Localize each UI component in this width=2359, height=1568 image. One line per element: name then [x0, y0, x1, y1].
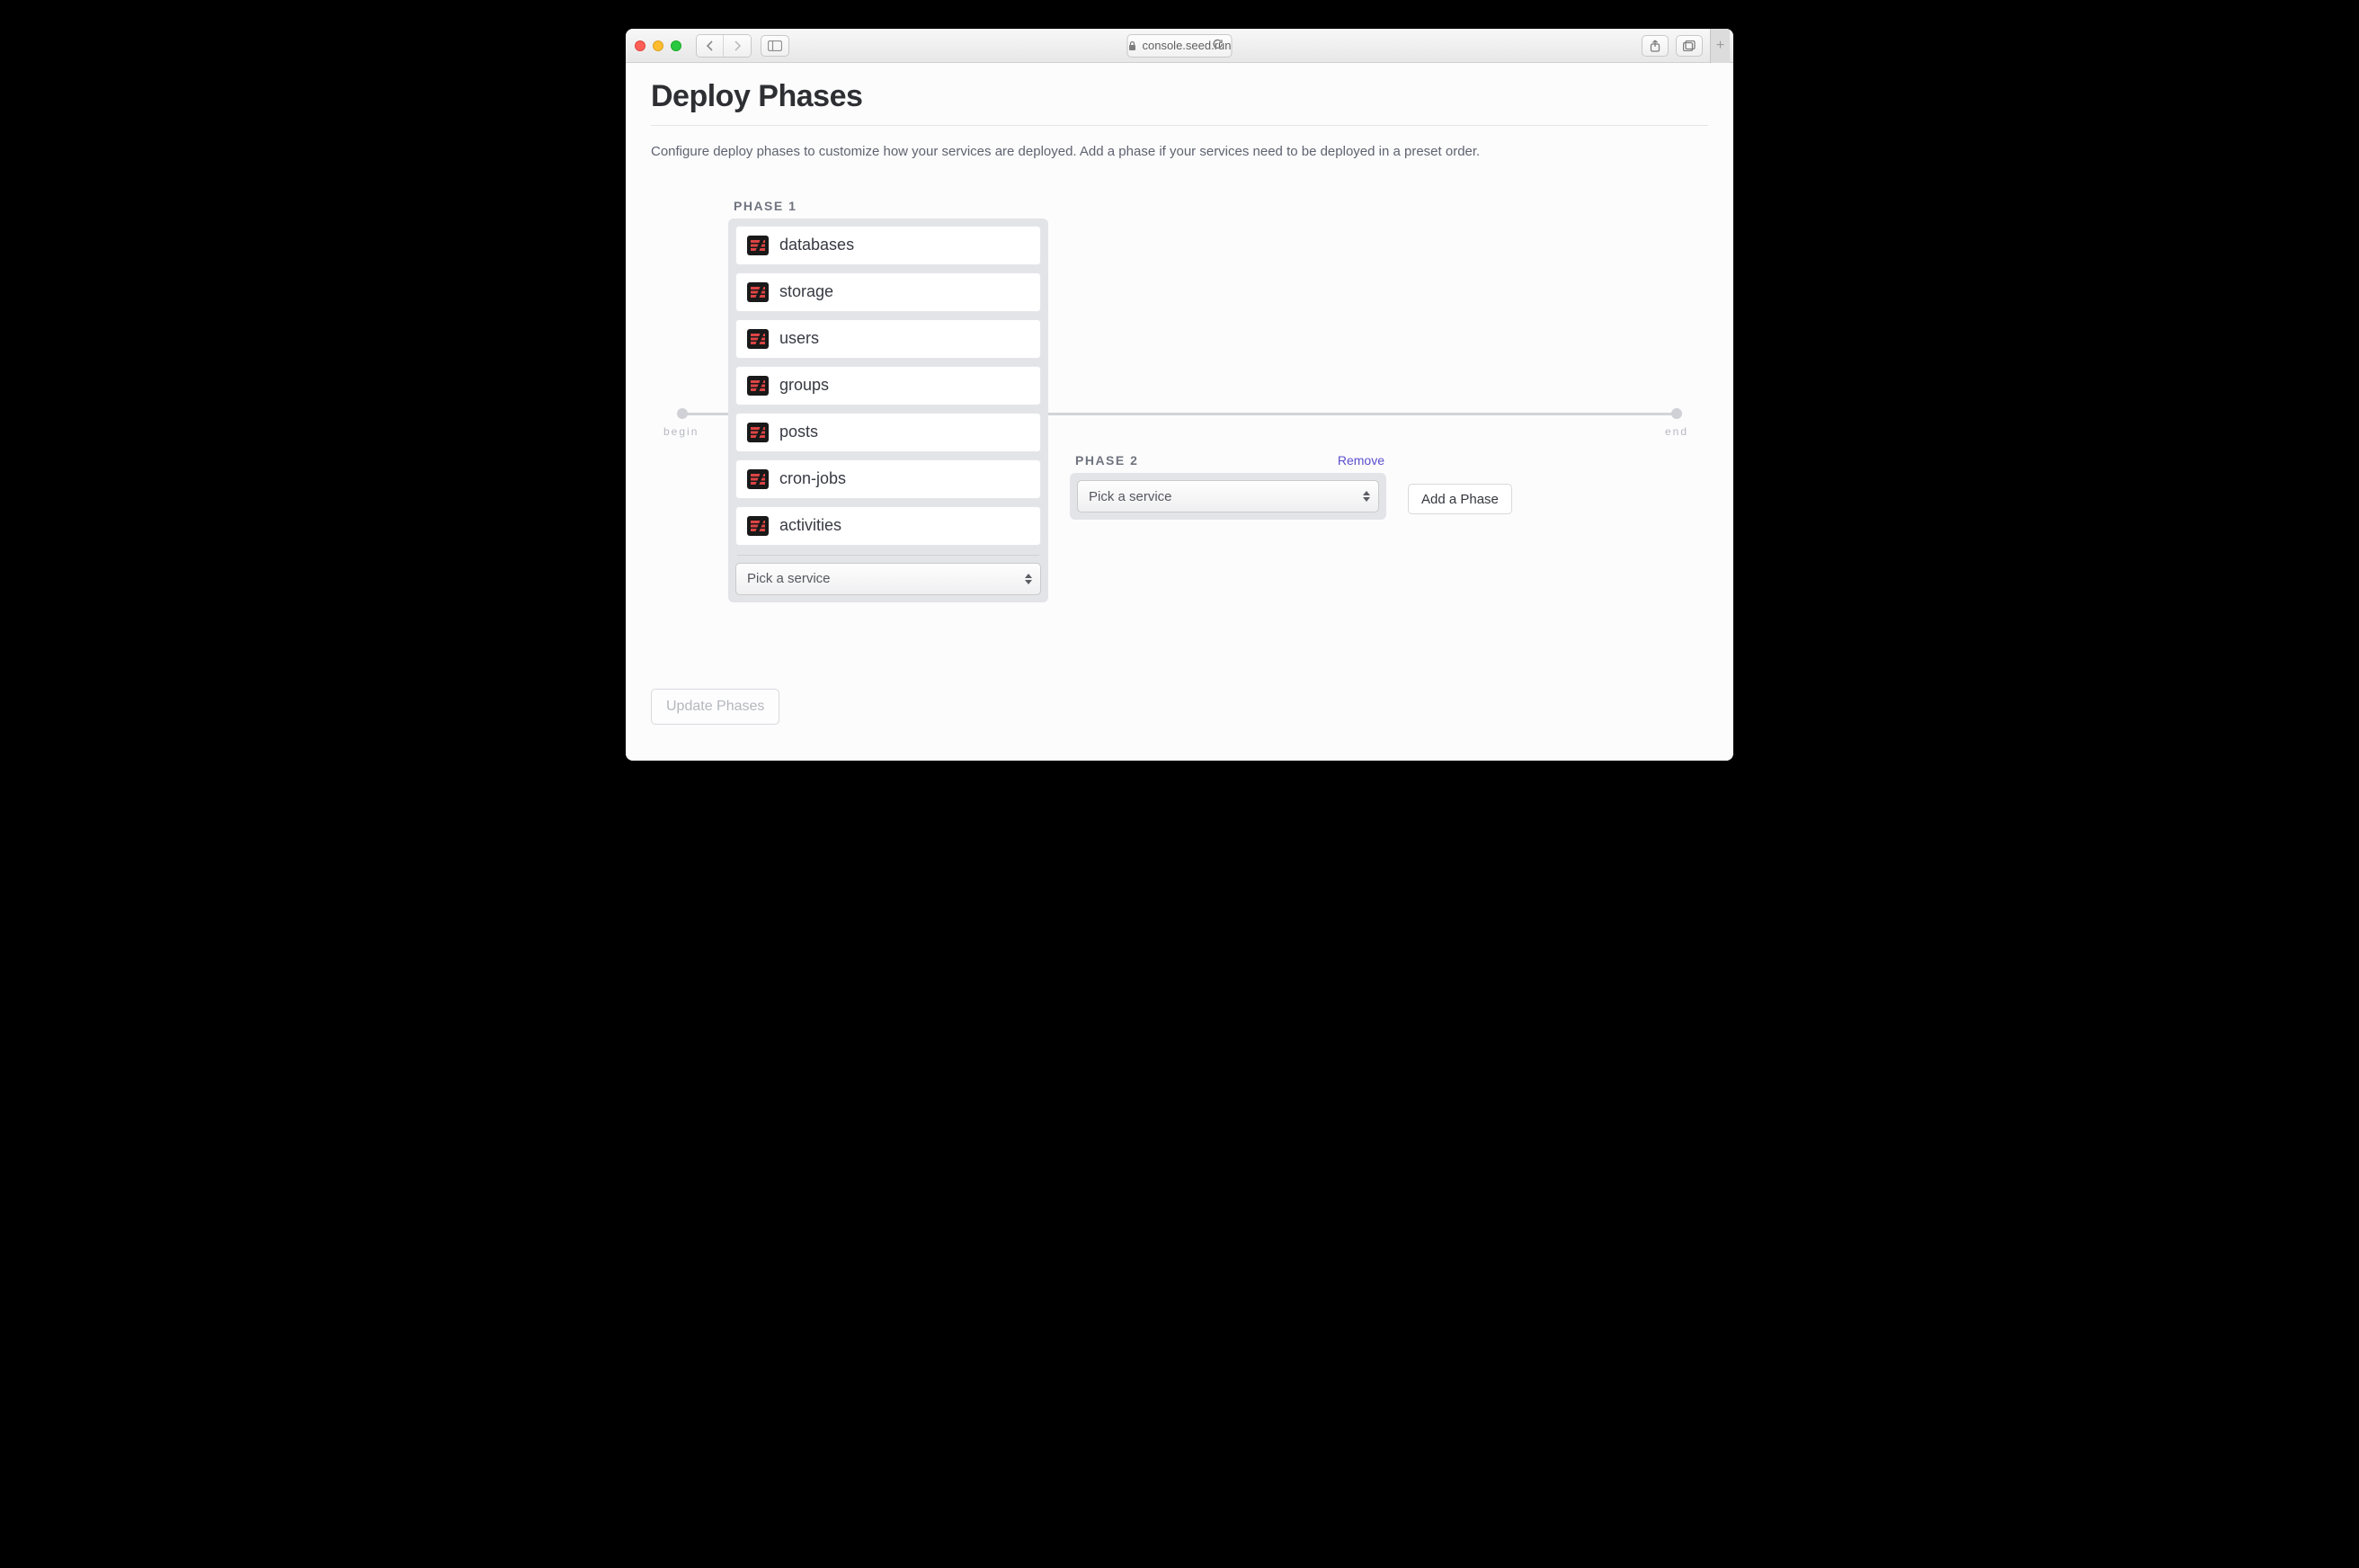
serverless-icon [747, 376, 769, 396]
timeline-begin-label: begin [663, 425, 699, 438]
serverless-icon [747, 516, 769, 536]
serverless-icon [747, 282, 769, 302]
service-item[interactable]: databases [735, 226, 1041, 265]
pick-service-select[interactable]: Pick a service [1077, 480, 1379, 512]
page-content: Deploy Phases Configure deploy phases to… [626, 63, 1733, 761]
service-item[interactable]: posts [735, 413, 1041, 452]
serverless-icon [747, 469, 769, 489]
serverless-icon [747, 423, 769, 442]
phase-block-1: PHASE 1 databases [728, 199, 1048, 602]
lock-icon [1127, 40, 1136, 51]
phase-1-title: PHASE 1 [734, 199, 797, 213]
service-name: databases [779, 236, 854, 254]
service-name: groups [779, 376, 829, 395]
service-item[interactable]: cron-jobs [735, 459, 1041, 499]
service-item[interactable]: groups [735, 366, 1041, 405]
service-name: users [779, 329, 819, 348]
service-name: activities [779, 516, 841, 535]
minimize-window-icon[interactable] [653, 40, 663, 51]
fullscreen-window-icon[interactable] [671, 40, 681, 51]
pick-service-select[interactable]: Pick a service [735, 563, 1041, 595]
phase-block-2: PHASE 2 Remove Pick a service [1070, 453, 1386, 520]
add-phase-button[interactable]: Add a Phase [1408, 484, 1512, 514]
phase-1-service-picker[interactable]: Pick a service [735, 563, 1041, 595]
address-bar[interactable]: console.seed.run [1126, 34, 1232, 58]
phase-2-title: PHASE 2 [1075, 453, 1138, 468]
service-name: cron-jobs [779, 469, 846, 488]
service-item[interactable]: activities [735, 506, 1041, 546]
divider [651, 125, 1708, 126]
phase-2-service-picker[interactable]: Pick a service [1077, 480, 1379, 512]
nav-buttons [696, 34, 752, 58]
tabs-button[interactable] [1676, 35, 1703, 57]
sidebar-toggle-button[interactable] [761, 35, 789, 57]
service-item[interactable]: storage [735, 272, 1041, 312]
browser-window: console.seed.run + Deploy Phases Configu… [626, 29, 1733, 761]
new-tab-button[interactable]: + [1710, 29, 1730, 63]
phase-row: PHASE 1 databases [728, 199, 1708, 602]
add-phase-wrap: Add a Phase [1408, 484, 1512, 514]
page-description: Configure deploy phases to customize how… [651, 142, 1708, 163]
page-title: Deploy Phases [651, 79, 1708, 114]
share-button[interactable] [1642, 35, 1669, 57]
service-name: posts [779, 423, 818, 441]
service-name: storage [779, 282, 833, 301]
service-item[interactable]: users [735, 319, 1041, 359]
phase-2-card: Pick a service [1070, 473, 1386, 520]
reload-icon[interactable] [1212, 38, 1224, 53]
forward-button[interactable] [724, 35, 751, 57]
timeline-begin-dot [677, 408, 688, 419]
update-phases-button[interactable]: Update Phases [651, 689, 779, 725]
window-controls [635, 40, 681, 51]
serverless-icon [747, 236, 769, 255]
chrome-right-controls: + [1642, 29, 1724, 63]
serverless-icon [747, 329, 769, 349]
phase-1-card: databases storage users [728, 218, 1048, 602]
browser-chrome: console.seed.run + [626, 29, 1733, 63]
phase-timeline: begin end PHASE 1 databases [651, 199, 1708, 629]
remove-phase-link[interactable]: Remove [1338, 453, 1384, 468]
close-window-icon[interactable] [635, 40, 645, 51]
divider [737, 555, 1039, 556]
back-button[interactable] [697, 35, 724, 57]
